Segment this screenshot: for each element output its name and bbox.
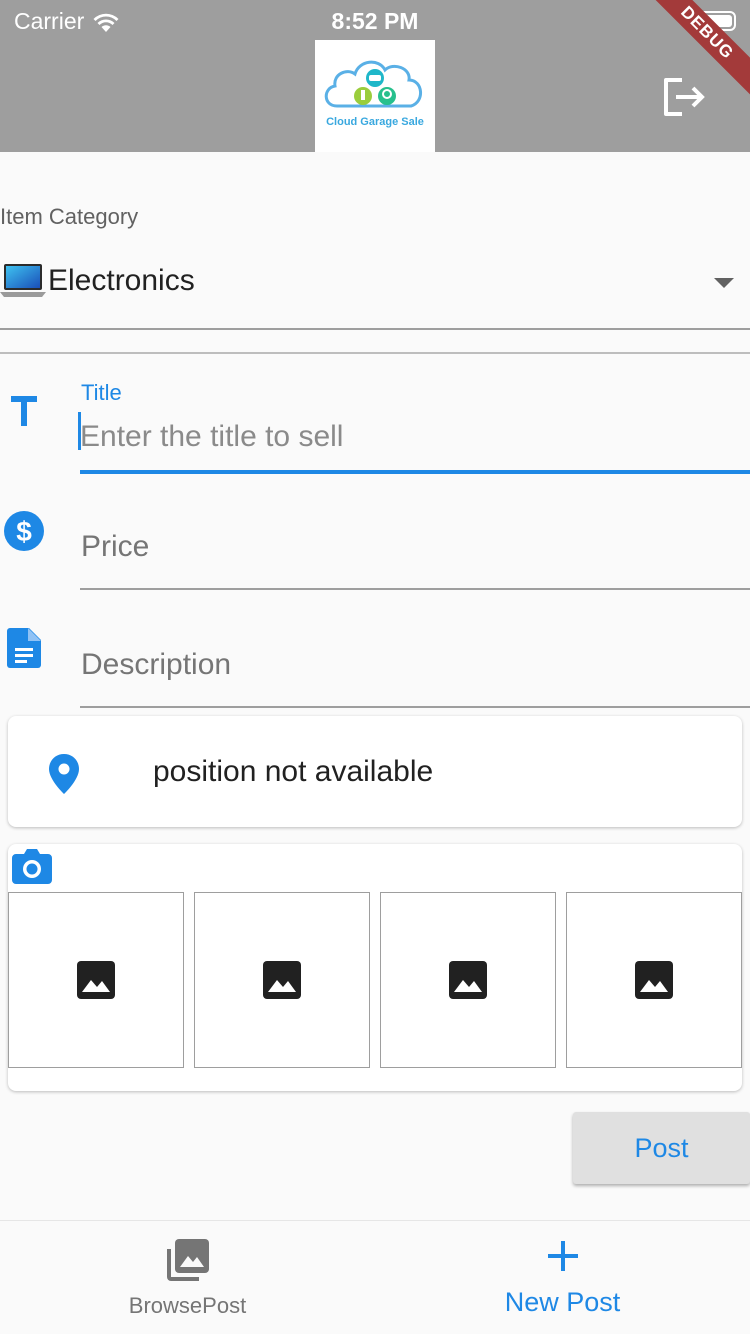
laptop-icon — [0, 264, 46, 297]
image-placeholder-icon — [77, 961, 115, 999]
category-value: Electronics — [48, 264, 195, 297]
nav-new-label: New Post — [504, 1287, 621, 1317]
app-logo: Cloud Garage Sale — [315, 40, 435, 152]
debug-banner: DEBUG — [630, 0, 750, 120]
location-pin-icon — [49, 754, 79, 794]
category-label: Item Category — [0, 204, 139, 229]
nav-new-post[interactable]: New Post — [375, 1221, 750, 1334]
document-icon — [7, 628, 41, 668]
photo-slot-3[interactable] — [380, 892, 556, 1068]
section-divider — [0, 352, 750, 354]
title-label: Title — [81, 380, 122, 405]
photo-slot-2[interactable] — [194, 892, 370, 1068]
image-placeholder-icon — [635, 961, 673, 999]
dropdown-arrow-icon[interactable] — [714, 278, 734, 288]
category-dropdown[interactable]: Electronics — [0, 252, 750, 330]
field-icon-price: $ — [0, 510, 48, 552]
post-button[interactable]: Post — [573, 1112, 750, 1184]
nav-browse-post[interactable]: BrowsePost — [0, 1221, 375, 1334]
svg-text:$: $ — [16, 516, 32, 547]
field-icon-description — [0, 628, 48, 668]
image-placeholder-icon — [263, 961, 301, 999]
location-text: position not available — [153, 755, 434, 788]
price-input[interactable] — [80, 506, 750, 590]
text-cursor — [78, 412, 81, 450]
image-placeholder-icon — [449, 961, 487, 999]
photo-library-icon — [166, 1239, 209, 1281]
title-input[interactable] — [80, 404, 750, 474]
photo-card — [8, 844, 742, 1091]
bottom-nav: BrowsePost New Post — [0, 1220, 750, 1334]
field-icon-title — [0, 394, 48, 428]
description-input[interactable] — [80, 624, 750, 708]
dollar-icon: $ — [4, 511, 44, 551]
nav-browse-label: BrowsePost — [128, 1293, 247, 1318]
add-icon — [547, 1241, 578, 1271]
app-bar: Carrier 8:52 PM Cloud Garage Sale DEBUG — [0, 0, 750, 152]
logo-text: Cloud Garage Sale — [326, 116, 424, 128]
location-card[interactable]: position not available — [8, 716, 742, 827]
cloud-logo-icon — [324, 60, 422, 108]
text-title-icon — [11, 396, 37, 426]
debug-label: DEBUG — [630, 0, 750, 110]
photo-slot-1[interactable] — [8, 892, 184, 1068]
photo-slot-4[interactable] — [566, 892, 742, 1068]
camera-icon[interactable] — [12, 848, 52, 884]
